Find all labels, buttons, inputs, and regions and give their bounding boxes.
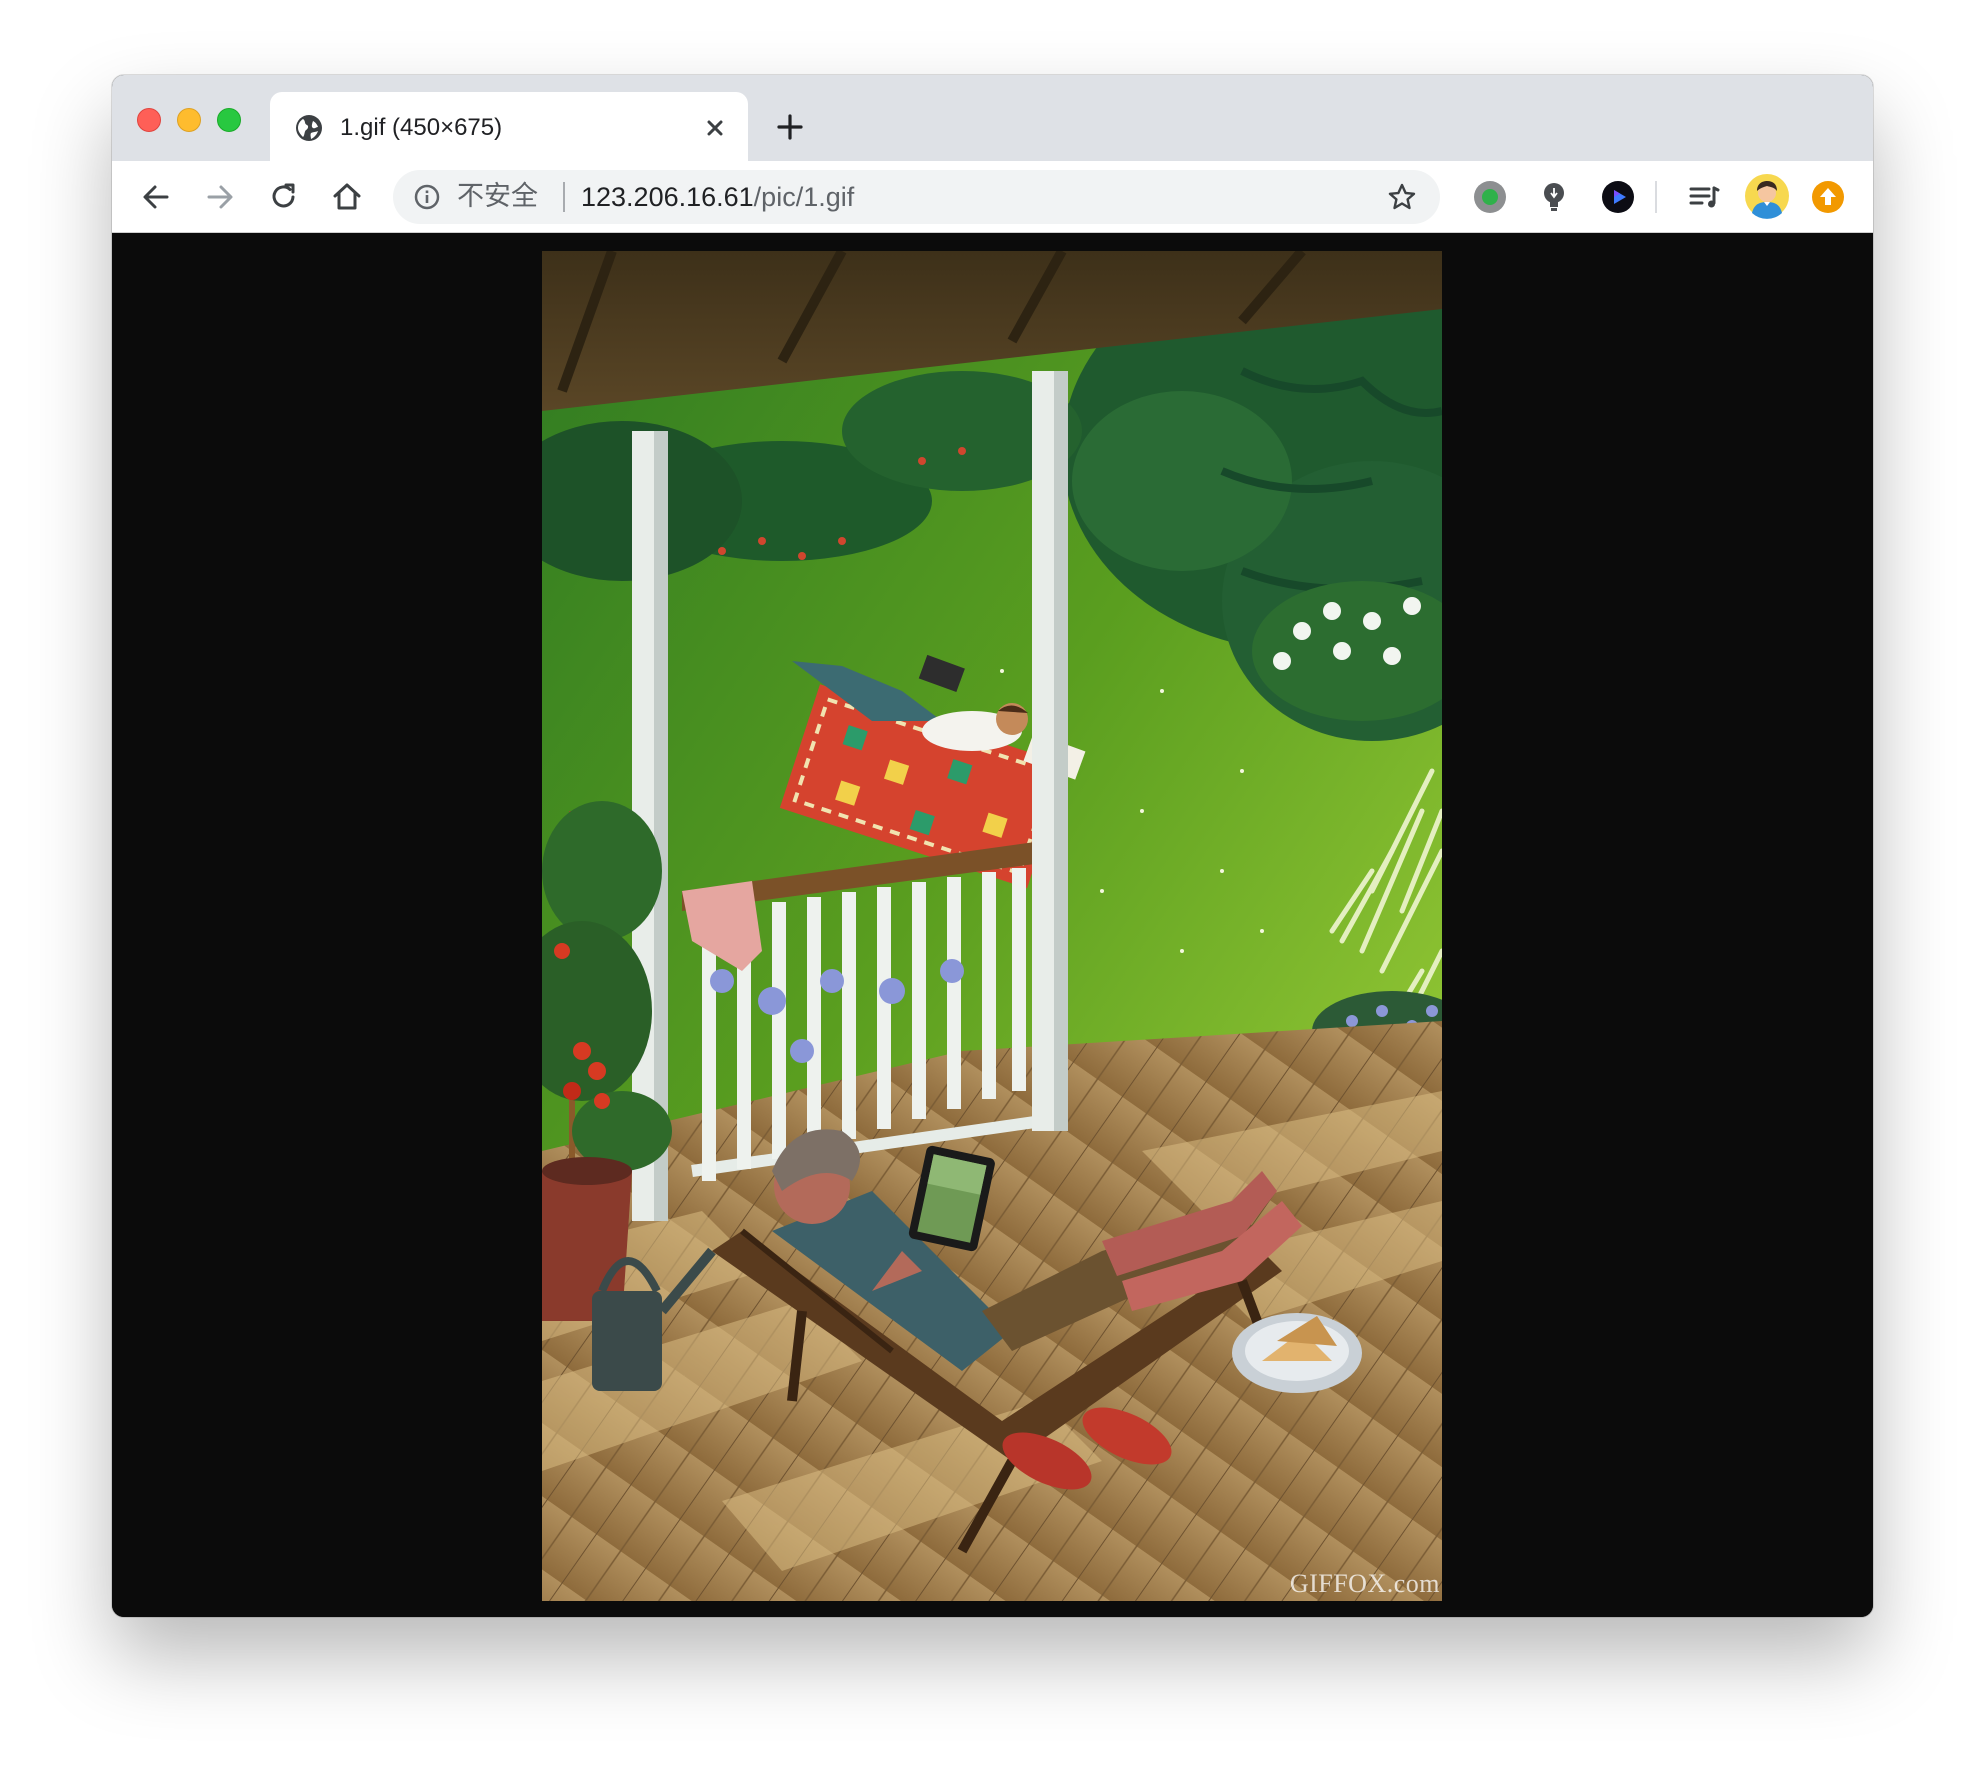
reload-icon[interactable] — [266, 179, 302, 215]
omnibox-divider — [563, 182, 565, 212]
info-icon[interactable] — [413, 183, 441, 211]
browser-window: 1.gif (450×675) 不安全 123.206.16.61/pic/1.… — [112, 75, 1873, 1617]
close-window-button[interactable] — [137, 108, 161, 132]
address-bar[interactable]: 不安全 123.206.16.61/pic/1.gif — [393, 170, 1440, 224]
lightbulb-extension-icon[interactable] — [1536, 179, 1572, 215]
profile-avatar-icon[interactable] — [1744, 173, 1790, 219]
illustration-svg — [542, 251, 1442, 1601]
maximize-window-button[interactable] — [217, 108, 241, 132]
close-icon[interactable] — [698, 111, 732, 145]
url-host: 123.206.16.61 — [581, 182, 754, 212]
browser-toolbar: 不安全 123.206.16.61/pic/1.gif — [112, 161, 1873, 233]
play-extension-icon[interactable] — [1600, 179, 1636, 215]
title-bar: 1.gif (450×675) — [112, 75, 1873, 161]
orange-upload-extension-icon[interactable] — [1810, 179, 1846, 215]
watermark-text: GIFFOX.com — [1289, 1569, 1440, 1598]
globe-icon — [296, 115, 322, 141]
browser-tab[interactable]: 1.gif (450×675) — [270, 92, 748, 161]
green-dot-extension-icon[interactable] — [1472, 179, 1508, 215]
forward-arrow-icon[interactable] — [202, 179, 238, 215]
sandwich-plate — [1232, 1313, 1362, 1393]
toolbar-divider — [1655, 181, 1657, 213]
plus-icon[interactable] — [772, 109, 808, 145]
page-content: GIFFOX.com — [112, 233, 1873, 1617]
back-arrow-icon[interactable] — [138, 179, 174, 215]
porch-illustration-image[interactable]: GIFFOX.com — [542, 251, 1442, 1601]
url-path: /pic/1.gif — [753, 182, 855, 212]
security-status-text[interactable]: 不安全 — [457, 182, 538, 212]
home-icon[interactable] — [329, 179, 365, 215]
url-text[interactable]: 123.206.16.61/pic/1.gif — [581, 182, 854, 212]
minimize-window-button[interactable] — [177, 108, 201, 132]
reading-list-icon[interactable] — [1686, 179, 1722, 215]
star-icon[interactable] — [1387, 182, 1417, 212]
tab-title: 1.gif (450×675) — [340, 114, 503, 141]
